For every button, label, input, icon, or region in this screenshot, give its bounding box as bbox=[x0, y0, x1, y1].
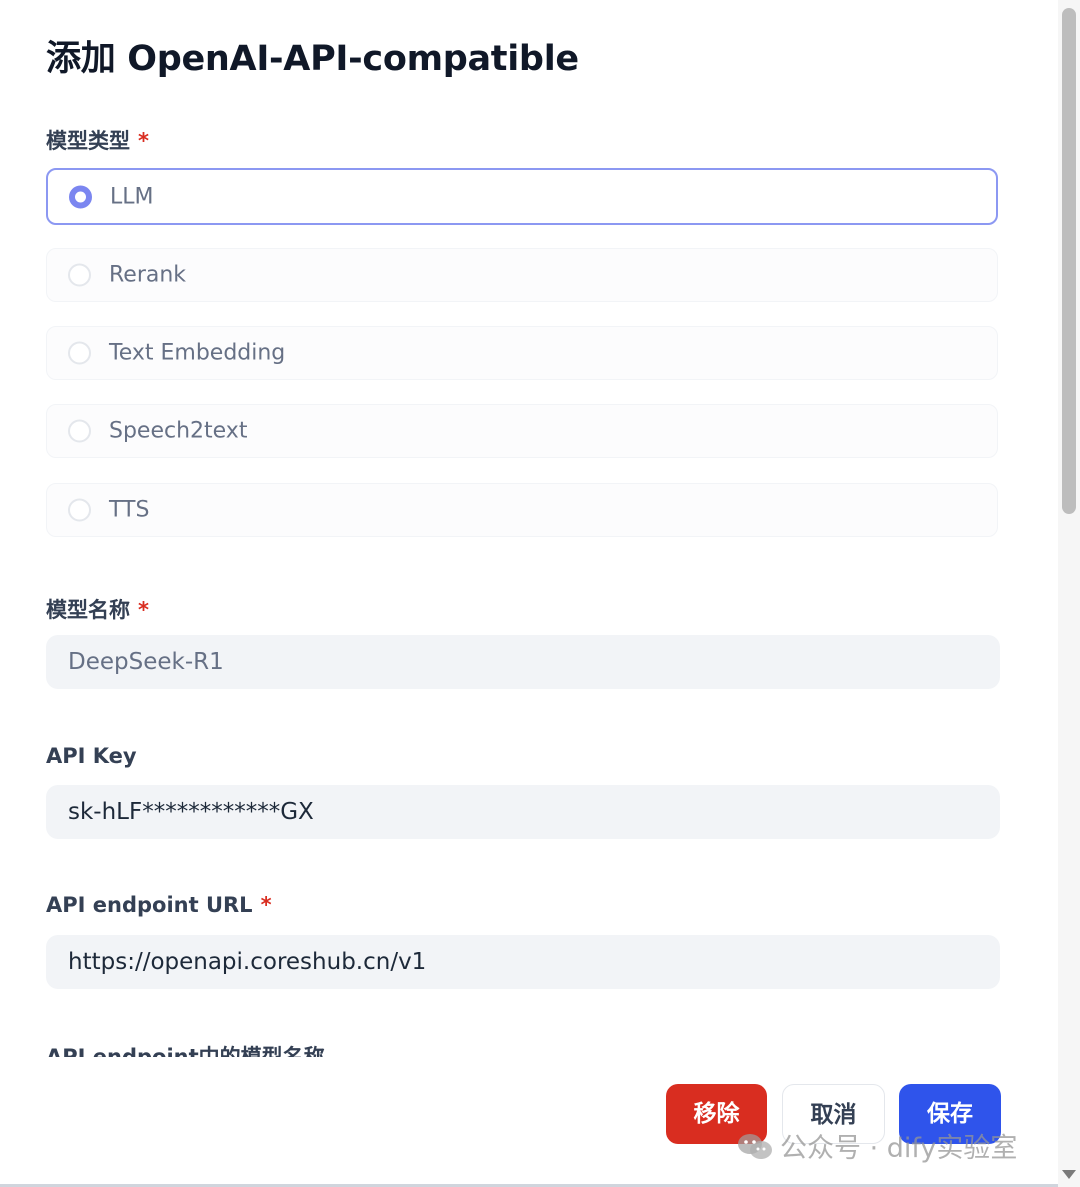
api-key-input[interactable]: sk-hLF************GX bbox=[46, 785, 1000, 839]
radio-option-label: Speech2text bbox=[109, 418, 248, 444]
watermark: 公众号 · dify实验室 bbox=[736, 1126, 1017, 1168]
endpoint-url-label: API endpoint URL * bbox=[46, 893, 272, 917]
radio-option-label: LLM bbox=[110, 184, 154, 209]
radio-unselected-icon bbox=[68, 263, 91, 287]
radio-unselected-icon bbox=[68, 498, 91, 522]
api-key-label: API Key bbox=[46, 744, 137, 768]
radio-selected-icon bbox=[69, 185, 92, 208]
required-mark: * bbox=[138, 598, 149, 622]
radio-option-label: Rerank bbox=[109, 262, 187, 288]
endpoint-model-name-label: API endpoint中的模型名称 bbox=[46, 1045, 325, 1057]
watermark-text: 公众号 · dify实验室 bbox=[780, 1133, 1018, 1164]
scrollbar-thumb[interactable] bbox=[1062, 8, 1076, 514]
radio-option-label: TTS bbox=[109, 497, 150, 523]
required-mark: * bbox=[138, 129, 149, 153]
model-type-label-text: 模型类型 bbox=[46, 129, 130, 153]
endpoint-url-input[interactable]: https://openapi.coreshub.cn/v1 bbox=[46, 935, 1000, 989]
radio-option-label: Text Embedding bbox=[109, 340, 286, 366]
model-name-input[interactable]: DeepSeek-R1 bbox=[46, 635, 1000, 689]
add-model-dialog: 添加 OpenAI-API-compatible 模型类型 * LLM Reran… bbox=[0, 0, 1058, 1187]
required-mark: * bbox=[260, 893, 272, 917]
model-name-label-text: 模型名称 bbox=[46, 598, 130, 622]
radio-option-tts[interactable]: TTS bbox=[46, 483, 998, 537]
radio-unselected-icon bbox=[68, 419, 91, 443]
radio-option-speech2text[interactable]: Speech2text bbox=[46, 404, 998, 458]
radio-option-text-embedding[interactable]: Text Embedding bbox=[46, 326, 998, 380]
radio-option-llm[interactable]: LLM bbox=[46, 168, 998, 225]
vertical-scrollbar[interactable] bbox=[1058, 0, 1080, 1187]
endpoint-url-label-text: API endpoint URL bbox=[46, 893, 253, 917]
radio-option-rerank[interactable]: Rerank bbox=[46, 248, 998, 302]
model-type-label: 模型类型 * bbox=[46, 125, 149, 155]
dialog-title: 添加 OpenAI-API-compatible bbox=[46, 39, 579, 79]
radio-unselected-icon bbox=[68, 341, 91, 365]
scroll-down-arrow-icon[interactable] bbox=[1062, 1170, 1076, 1179]
wechat-icon bbox=[736, 1131, 774, 1168]
model-name-label: 模型名称 * bbox=[46, 594, 149, 624]
